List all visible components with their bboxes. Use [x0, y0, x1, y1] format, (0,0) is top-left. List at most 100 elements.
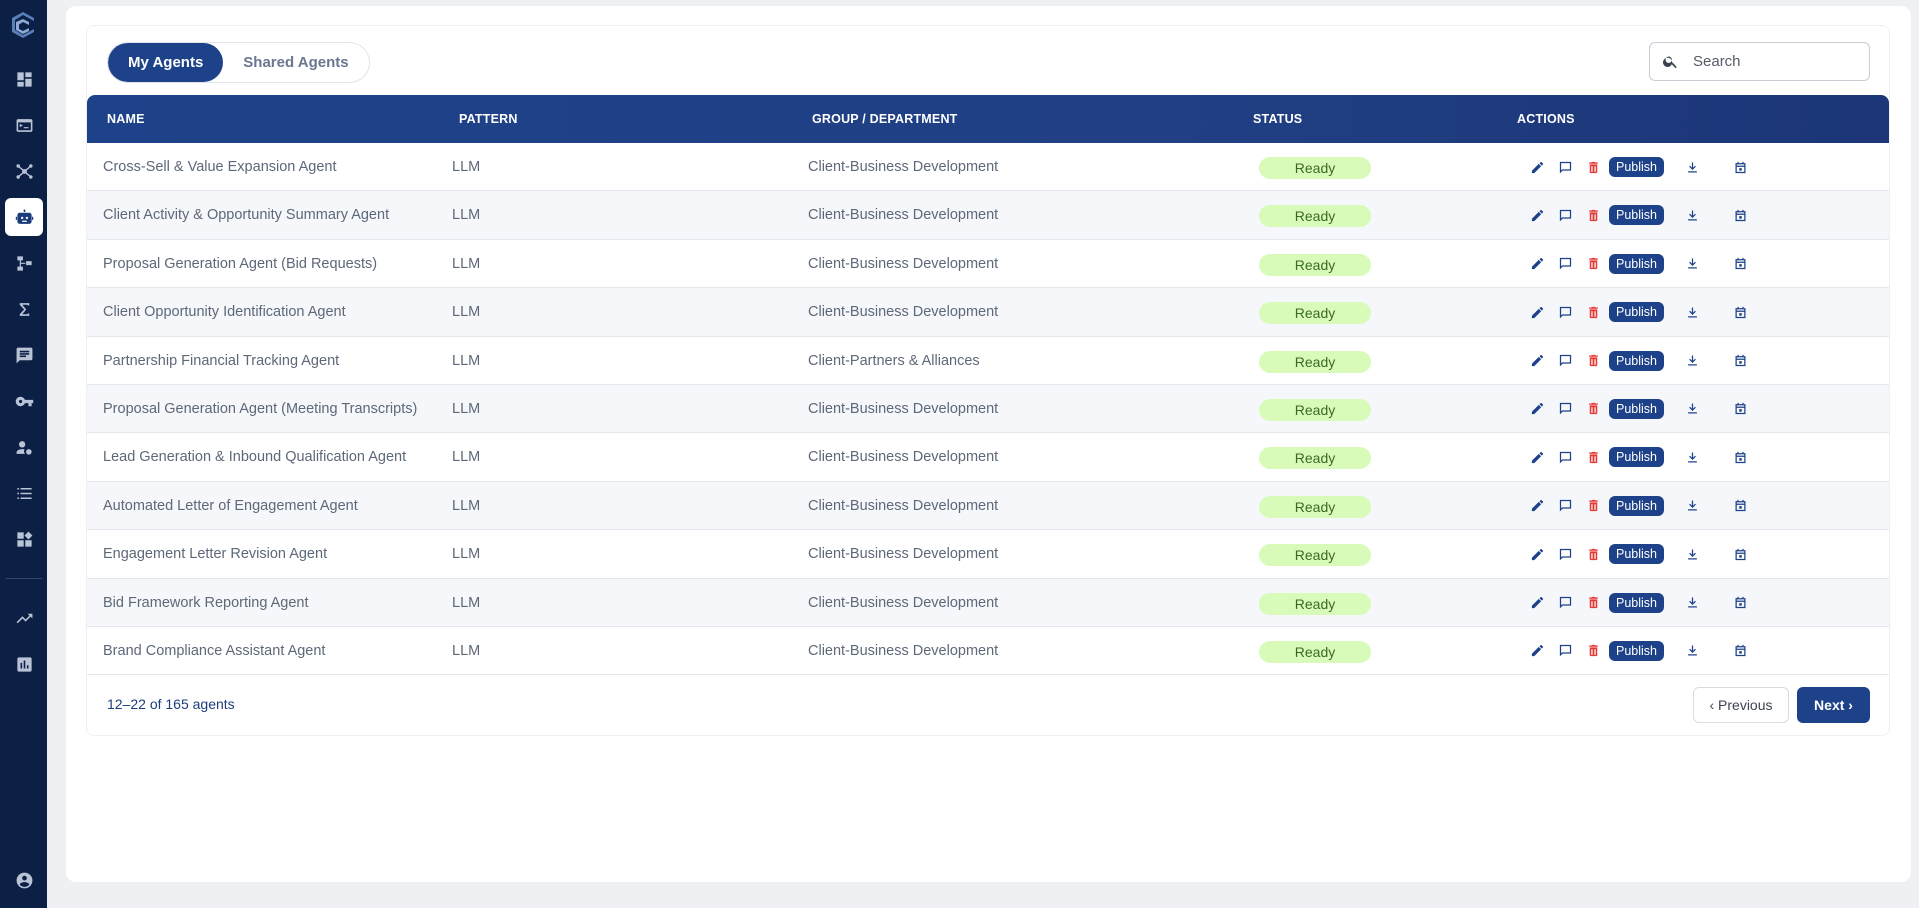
next-page-button[interactable]: Next ›: [1797, 687, 1870, 723]
chat-icon[interactable]: [1557, 159, 1573, 175]
tab-my-agents[interactable]: My Agents: [108, 43, 224, 82]
column-header-pattern[interactable]: PATTERN: [459, 95, 518, 143]
delete-icon[interactable]: [1585, 498, 1601, 514]
table-row[interactable]: Bid Framework Reporting Agent LLM Client-B…: [87, 578, 1889, 627]
agent-name[interactable]: Bid Framework Reporting Agent: [103, 579, 309, 627]
nav-user-settings[interactable]: [5, 428, 43, 466]
delete-icon[interactable]: [1585, 595, 1601, 611]
chat-icon[interactable]: [1557, 546, 1573, 562]
agent-name[interactable]: Cross-Sell & Value Expansion Agent: [103, 143, 336, 191]
publish-button[interactable]: Publish: [1609, 495, 1664, 516]
download-icon[interactable]: [1684, 595, 1700, 611]
edit-icon[interactable]: [1529, 159, 1545, 175]
download-icon[interactable]: [1684, 546, 1700, 562]
table-row[interactable]: Engagement Letter Revision Agent LLM Clien…: [87, 530, 1889, 579]
nav-workflow[interactable]: [5, 244, 43, 282]
tab-shared-agents[interactable]: Shared Agents: [223, 43, 368, 82]
chat-icon[interactable]: [1557, 498, 1573, 514]
edit-icon[interactable]: [1529, 353, 1545, 369]
table-row[interactable]: Cross-Sell & Value Expansion Agent LLM Cli…: [87, 143, 1889, 192]
chat-icon[interactable]: [1557, 256, 1573, 272]
nav-trending[interactable]: [5, 599, 43, 637]
schedule-icon[interactable]: [1732, 159, 1748, 175]
edit-icon[interactable]: [1529, 595, 1545, 611]
publish-button[interactable]: Publish: [1609, 253, 1664, 274]
schedule-icon[interactable]: [1732, 304, 1748, 320]
nav-list[interactable]: [5, 474, 43, 512]
delete-icon[interactable]: [1585, 449, 1601, 465]
agent-name[interactable]: Partnership Financial Tracking Agent: [103, 337, 339, 385]
agent-name[interactable]: Proposal Generation Agent (Meeting Trans…: [103, 385, 417, 433]
publish-button[interactable]: Publish: [1609, 447, 1664, 468]
nav-dashboard[interactable]: [5, 60, 43, 98]
delete-icon[interactable]: [1585, 546, 1601, 562]
edit-icon[interactable]: [1529, 546, 1545, 562]
table-row[interactable]: Proposal Generation Agent (Meeting Trans…: [87, 384, 1889, 434]
edit-icon[interactable]: [1529, 256, 1545, 272]
delete-icon[interactable]: [1585, 304, 1601, 320]
schedule-icon[interactable]: [1732, 546, 1748, 562]
table-row[interactable]: Lead Generation & Inbound Qualification …: [87, 433, 1889, 482]
app-logo-icon[interactable]: [8, 10, 38, 40]
agent-name[interactable]: Automated Letter of Engagement Agent: [103, 482, 358, 530]
schedule-icon[interactable]: [1732, 207, 1748, 223]
edit-icon[interactable]: [1529, 401, 1545, 417]
column-header-status[interactable]: STATUS: [1253, 95, 1302, 143]
nav-terminal[interactable]: [5, 106, 43, 144]
edit-icon[interactable]: [1529, 643, 1545, 659]
schedule-icon[interactable]: [1732, 353, 1748, 369]
download-icon[interactable]: [1684, 207, 1700, 223]
nav-account[interactable]: [5, 861, 43, 899]
schedule-icon[interactable]: [1732, 449, 1748, 465]
publish-button[interactable]: Publish: [1609, 205, 1664, 226]
schedule-icon[interactable]: [1732, 498, 1748, 514]
delete-icon[interactable]: [1585, 401, 1601, 417]
nav-network[interactable]: [5, 152, 43, 190]
agent-name[interactable]: Lead Generation & Inbound Qualification …: [103, 433, 406, 481]
column-header-name[interactable]: NAME: [107, 95, 145, 143]
download-icon[interactable]: [1684, 256, 1700, 272]
delete-icon[interactable]: [1585, 207, 1601, 223]
nav-chat[interactable]: [5, 336, 43, 374]
delete-icon[interactable]: [1585, 159, 1601, 175]
agent-name[interactable]: Engagement Letter Revision Agent: [103, 530, 327, 578]
download-icon[interactable]: [1684, 498, 1700, 514]
column-header-group[interactable]: GROUP / DEPARTMENT: [812, 95, 958, 143]
chat-icon[interactable]: [1557, 643, 1573, 659]
table-row[interactable]: Automated Letter of Engagement Agent LLM C…: [87, 481, 1889, 531]
agent-name[interactable]: Proposal Generation Agent (Bid Requests): [103, 240, 377, 288]
chat-icon[interactable]: [1557, 401, 1573, 417]
download-icon[interactable]: [1684, 304, 1700, 320]
download-icon[interactable]: [1684, 449, 1700, 465]
table-row[interactable]: Client Opportunity Identification Agent L…: [87, 288, 1889, 337]
nav-sigma[interactable]: [5, 290, 43, 328]
nav-widgets[interactable]: [5, 520, 43, 558]
nav-agents[interactable]: [5, 198, 43, 236]
edit-icon[interactable]: [1529, 498, 1545, 514]
delete-icon[interactable]: [1585, 643, 1601, 659]
chat-icon[interactable]: [1557, 207, 1573, 223]
download-icon[interactable]: [1684, 353, 1700, 369]
nav-reports[interactable]: [5, 645, 43, 683]
nav-keys[interactable]: [5, 382, 43, 420]
publish-button[interactable]: Publish: [1609, 592, 1664, 613]
table-row[interactable]: Brand Compliance Assistant Agent LLM Clien…: [87, 626, 1889, 676]
agent-name[interactable]: Client Opportunity Identification Agent: [103, 288, 346, 336]
edit-icon[interactable]: [1529, 304, 1545, 320]
publish-button[interactable]: Publish: [1609, 398, 1664, 419]
edit-icon[interactable]: [1529, 449, 1545, 465]
schedule-icon[interactable]: [1732, 401, 1748, 417]
schedule-icon[interactable]: [1732, 595, 1748, 611]
chat-icon[interactable]: [1557, 353, 1573, 369]
download-icon[interactable]: [1684, 401, 1700, 417]
schedule-icon[interactable]: [1732, 256, 1748, 272]
publish-button[interactable]: Publish: [1609, 640, 1664, 661]
edit-icon[interactable]: [1529, 207, 1545, 223]
download-icon[interactable]: [1684, 159, 1700, 175]
table-row[interactable]: Proposal Generation Agent (Bid Requests)…: [87, 239, 1889, 289]
delete-icon[interactable]: [1585, 256, 1601, 272]
publish-button[interactable]: Publish: [1609, 350, 1664, 371]
schedule-icon[interactable]: [1732, 643, 1748, 659]
chat-icon[interactable]: [1557, 595, 1573, 611]
chat-icon[interactable]: [1557, 304, 1573, 320]
